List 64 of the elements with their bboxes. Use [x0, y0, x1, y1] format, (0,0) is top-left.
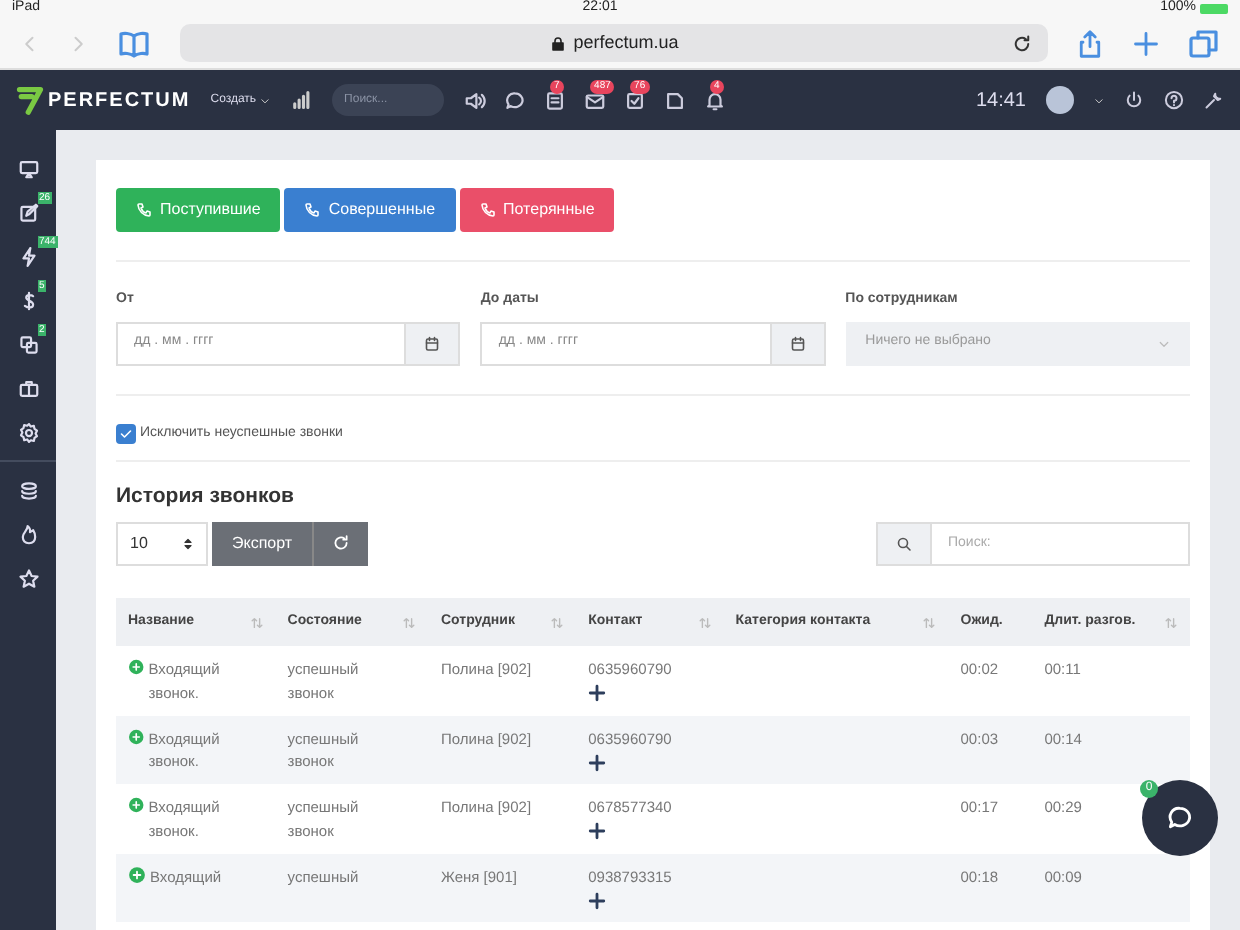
chat-bubble-icon[interactable] [504, 89, 527, 111]
url-text: perfectum.ua [573, 29, 679, 56]
sort-arrows-icon [182, 535, 194, 552]
select-value: 10 [130, 531, 148, 556]
calendar-icon [789, 335, 806, 351]
add-icon[interactable] [588, 891, 607, 910]
calendar-button[interactable] [769, 321, 826, 365]
filter-button[interactable]: Потерянные [459, 188, 615, 232]
address-bar[interactable]: perfectum.ua [180, 24, 1048, 62]
power-icon[interactable] [1124, 90, 1144, 110]
refresh-icon [332, 534, 351, 553]
phone-icon [136, 202, 152, 218]
signal-icon [290, 90, 313, 110]
flame-icon[interactable] [17, 523, 39, 545]
tabs-icon[interactable] [1188, 27, 1220, 59]
add-icon[interactable] [588, 822, 607, 841]
edit-icon[interactable] [17, 201, 39, 223]
settings-icon[interactable] [17, 421, 39, 443]
checkbox-icon[interactable] [624, 89, 647, 111]
logo-icon [16, 84, 44, 116]
calendar-button[interactable] [404, 321, 461, 365]
briefcase-icon[interactable] [17, 377, 39, 399]
caret-icon [260, 95, 271, 105]
phone-icon [479, 202, 496, 218]
speaker-icon[interactable] [464, 89, 487, 111]
copy-icon[interactable] [17, 333, 39, 355]
bell-icon[interactable] [704, 89, 727, 111]
add-icon[interactable] [588, 753, 607, 772]
plus-icon[interactable] [1132, 29, 1160, 57]
plus-circle-icon [128, 727, 145, 746]
plus-circle-icon [128, 658, 145, 677]
book-icon[interactable] [116, 27, 152, 59]
filter-button[interactable]: Совершенные [284, 188, 456, 232]
export-button[interactable]: Экспорт [212, 521, 313, 566]
caret-icon [1157, 337, 1170, 349]
plus-circle-icon [128, 796, 145, 815]
checkbox[interactable] [116, 423, 136, 444]
chat-bubble-icon [1166, 804, 1194, 832]
help-icon[interactable] [1164, 90, 1184, 110]
page-size-select[interactable]: 10 [116, 521, 208, 566]
lightning-icon[interactable] [17, 245, 39, 267]
clock-time: 14:41 [975, 87, 1026, 115]
refresh-button[interactable] [312, 521, 369, 566]
wrench-icon[interactable] [1204, 90, 1224, 110]
layers-icon[interactable] [17, 479, 39, 501]
avatar[interactable] [1046, 86, 1074, 114]
document-icon[interactable] [664, 89, 687, 111]
add-icon[interactable] [588, 684, 607, 703]
lock-icon [549, 35, 566, 51]
star-icon[interactable] [17, 567, 39, 589]
search-icon [896, 535, 912, 552]
section-title: История звонков [116, 482, 296, 512]
check-icon [118, 425, 134, 442]
phone-icon [304, 202, 321, 218]
battery-icon [1199, 4, 1228, 14]
clipboard-icon[interactable] [544, 89, 567, 111]
plus-circle-icon [128, 865, 146, 884]
share-icon[interactable] [1076, 27, 1104, 59]
brand-name: PERFECTUM [48, 87, 191, 115]
reload-icon[interactable] [1012, 33, 1032, 53]
caret-icon [1094, 95, 1104, 105]
envelope-icon[interactable] [584, 89, 607, 111]
monitor-icon[interactable] [17, 157, 39, 179]
calendar-icon [424, 335, 441, 351]
